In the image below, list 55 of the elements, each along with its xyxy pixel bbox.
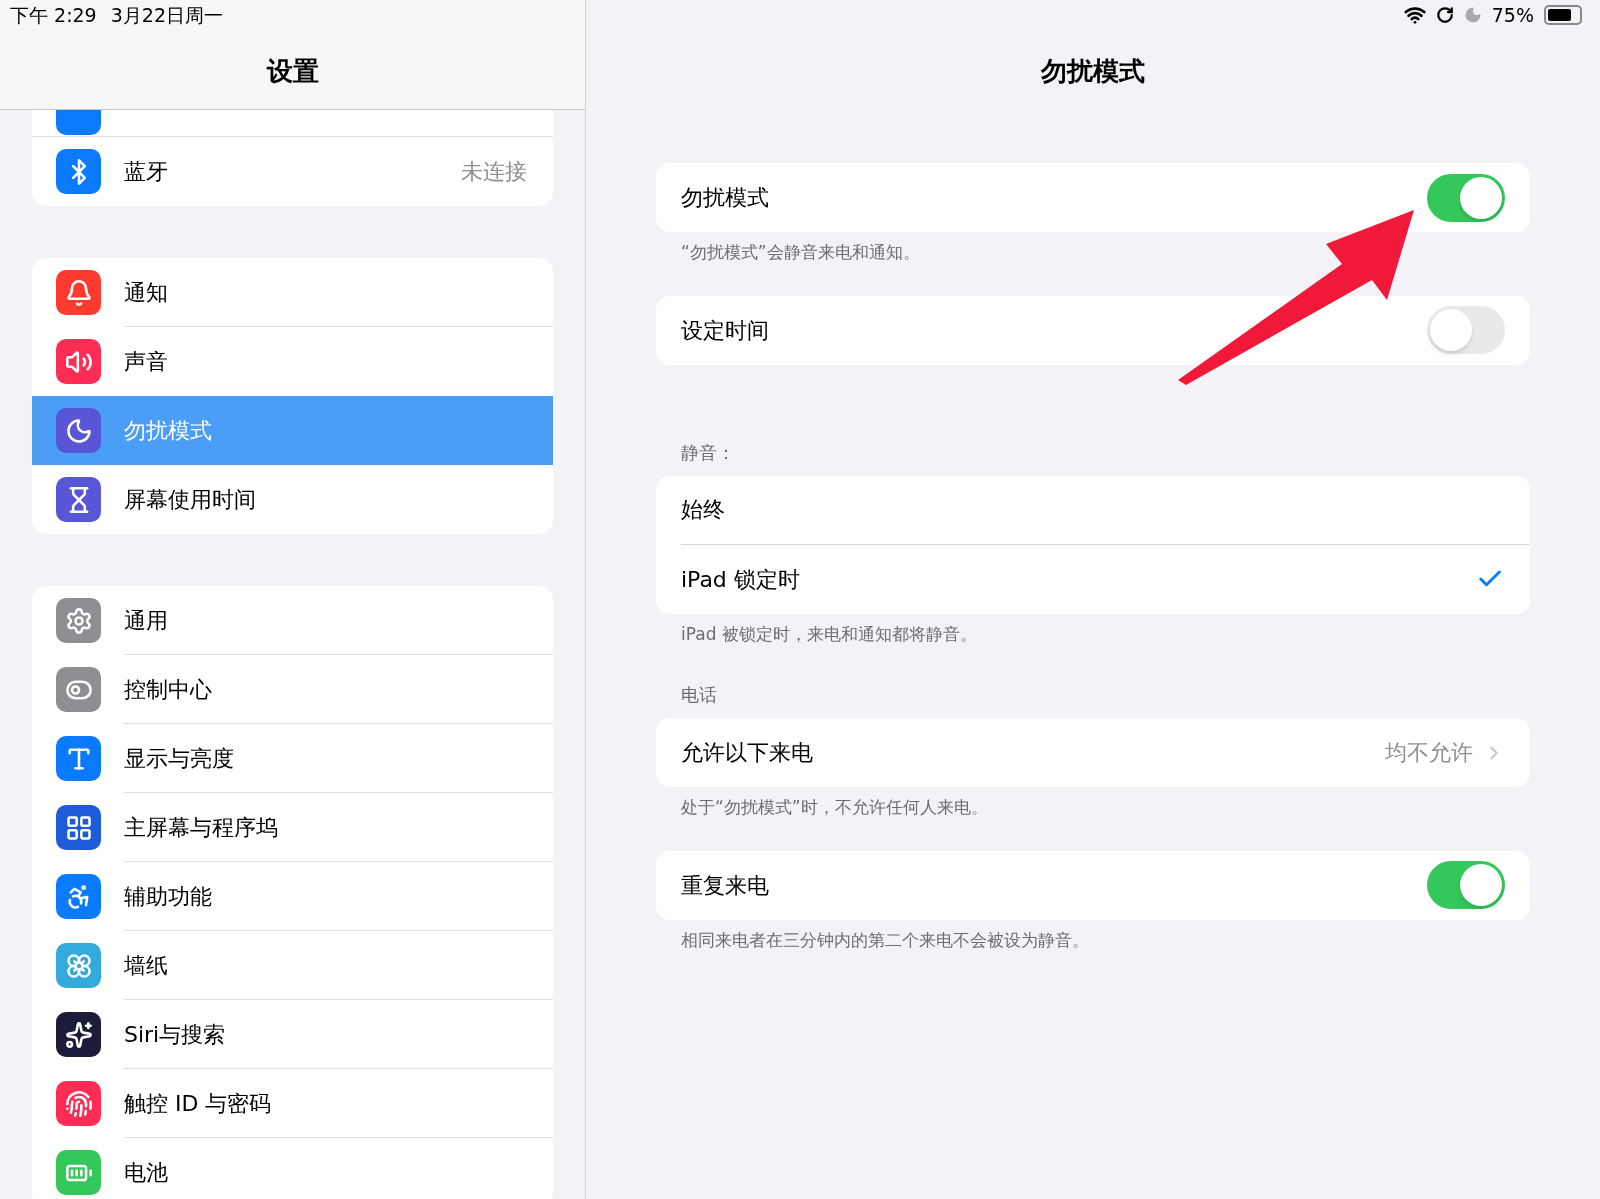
row-label: 设定时间	[681, 316, 770, 345]
item-label: 通知	[124, 278, 169, 307]
footer-note: 相同来电者在三分钟内的第二个来电不会被设为静音。	[680, 928, 1090, 952]
accessibility-icon	[56, 874, 101, 919]
footer-note: 处于“勿扰模式”时，不允许任何人来电。	[680, 796, 989, 819]
moon-icon	[56, 408, 101, 453]
item-label: 控制中心	[124, 675, 213, 704]
item-label: 勿扰模式	[124, 417, 213, 445]
flower-icon	[56, 943, 101, 988]
section-header: 电话	[680, 683, 718, 707]
fingerprint-icon	[56, 1081, 101, 1126]
toggle-icon	[56, 667, 101, 712]
battery-icon	[56, 1150, 101, 1195]
bluetooth-icon	[56, 149, 101, 194]
status-date: 3月22日周一	[110, 2, 223, 28]
item-label: 墙纸	[124, 951, 169, 980]
moon-icon	[1463, 6, 1482, 24]
item-label: 电池	[124, 1159, 169, 1187]
item-label: 声音	[124, 348, 169, 376]
item-label: 主屏幕与程序坞	[124, 813, 279, 842]
battery-percent: 75%	[1491, 2, 1534, 28]
grid-icon	[56, 805, 101, 850]
toggle-switch[interactable]	[1427, 306, 1505, 354]
hourglass-icon	[56, 477, 101, 522]
item-label: 辅助功能	[124, 882, 213, 911]
toggle-switch[interactable]	[1427, 861, 1505, 909]
item-value: 未连接	[461, 158, 527, 186]
item-label: 通用	[124, 606, 169, 635]
item-label: 屏幕使用时间	[124, 486, 257, 514]
item-label: 蓝牙	[124, 158, 169, 186]
speaker-icon	[56, 339, 101, 384]
row-label: 允许以下来电	[681, 739, 814, 767]
footer-note: “勿扰模式”会静音来电和通知。	[680, 241, 921, 264]
status-time: 下午 2:29	[10, 2, 97, 28]
sparkle-icon	[56, 1012, 101, 1057]
item-label: 显示与亮度	[124, 744, 235, 773]
row-label: iPad 锁定时	[681, 565, 801, 594]
rotation-lock-icon	[1435, 6, 1454, 24]
row-value: 均不允许	[1385, 739, 1473, 767]
battery-icon	[1544, 5, 1582, 25]
option-row[interactable]: iPad 锁定时	[656, 544, 1530, 614]
gear-icon	[56, 598, 101, 643]
row-label: 勿扰模式	[681, 184, 770, 212]
item-label: Siri与搜索	[124, 1020, 227, 1049]
notification-icon	[56, 270, 101, 315]
page-title: 勿扰模式	[1041, 55, 1145, 88]
item-label: 触控 ID 与密码	[124, 1089, 273, 1118]
sidebar-title: 设置	[266, 55, 319, 88]
option-row[interactable]: 始终	[656, 475, 1530, 545]
footer-note: iPad 被锁定时，来电和通知都将静音。	[680, 622, 978, 646]
text-size-icon	[56, 736, 101, 781]
row-label: 重复来电	[681, 871, 770, 900]
row-label: 始终	[681, 496, 726, 524]
section-header: 静音：	[680, 440, 736, 465]
toggle-switch[interactable]	[1427, 173, 1505, 222]
